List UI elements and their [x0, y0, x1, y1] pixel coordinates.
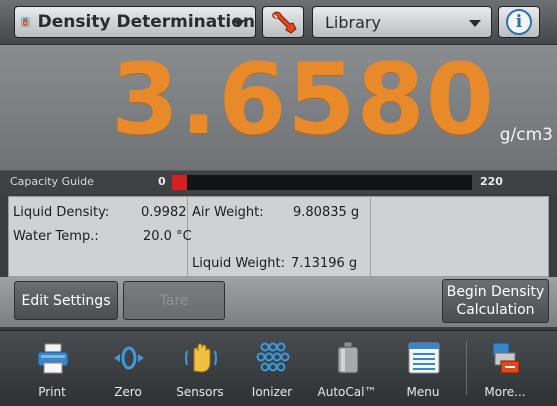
water-temp-label: Water Temp.:: [13, 229, 99, 244]
print-label: Print: [38, 385, 66, 399]
library-select[interactable]: Library: [312, 6, 492, 38]
air-weight-value: 9.80835 g: [293, 205, 360, 220]
begin-density-calculation-button[interactable]: Begin Density Calculation: [442, 279, 549, 323]
weight-cylinder-icon: [337, 341, 359, 374]
density-beaker-icon: [21, 17, 30, 27]
zero-label: Zero: [114, 385, 142, 399]
capacity-guide-label: Capacity Guide: [10, 175, 94, 188]
capacity-guide: Capacity Guide 0 220: [0, 170, 557, 194]
toolbar-divider: [466, 341, 467, 395]
menu-list-icon: [408, 342, 440, 374]
more-button[interactable]: More...: [473, 337, 537, 403]
sensors-button[interactable]: Sensors: [168, 337, 232, 403]
chevron-down-icon: [469, 20, 481, 27]
density-data-panel: Liquid Density: 0.9982 Water Temp.: 20.0…: [8, 196, 549, 277]
top-bar: Density Determination Library i: [0, 0, 557, 45]
liquid-density-label: Liquid Density:: [13, 205, 110, 220]
begin-density-line2: Calculation: [456, 302, 535, 318]
printer-icon: [37, 343, 69, 374]
settings-wrench-button[interactable]: [262, 6, 304, 38]
liquid-weight-value: 7.13196 g: [291, 256, 358, 271]
info-button[interactable]: i: [498, 6, 540, 38]
sensors-label: Sensors: [176, 385, 224, 399]
ionizer-label: Ionizer: [251, 385, 293, 399]
print-button[interactable]: Print: [20, 337, 84, 403]
tare-button[interactable]: Tare: [123, 281, 225, 320]
info-icon: i: [506, 9, 532, 35]
water-temp-value: 20.0 °C: [143, 229, 192, 244]
ionizer-button[interactable]: Ionizer: [240, 337, 304, 403]
library-label: Library: [325, 12, 381, 32]
begin-density-line1: Begin Density: [446, 284, 545, 300]
edit-settings-button[interactable]: Edit Settings: [14, 281, 118, 320]
chevron-down-icon: [233, 20, 245, 27]
application-label: Density Determination: [37, 12, 255, 32]
wrench-icon: [272, 11, 297, 34]
autocal-label: AutoCal™: [317, 385, 377, 399]
capacity-min: 0: [158, 175, 166, 188]
zero-icon: [114, 346, 144, 370]
zero-button[interactable]: Zero: [96, 337, 160, 403]
air-weight-label: Air Weight:: [192, 205, 264, 220]
capacity-fill: [172, 175, 187, 190]
more-icon: [492, 342, 520, 374]
application-select[interactable]: Density Determination: [14, 6, 256, 38]
column-divider: [370, 197, 371, 276]
reading-unit: g/cm3: [499, 125, 553, 145]
action-row: Edit Settings Tare Begin Density Calcula…: [0, 277, 557, 327]
menu-button[interactable]: Menu: [391, 337, 455, 403]
capacity-bar: [172, 175, 472, 190]
bottom-toolbar: Print Zero Sensors Ionizer AutoCal™ Menu…: [0, 330, 557, 406]
autocal-button[interactable]: AutoCal™: [315, 337, 379, 403]
capacity-max: 220: [480, 175, 503, 188]
ionizer-icon: [256, 342, 290, 372]
reading-value: 3.6580: [110, 43, 495, 157]
more-label: More...: [484, 385, 526, 399]
liquid-weight-label: Liquid Weight:: [192, 256, 286, 271]
liquid-density-value: 0.9982: [141, 205, 187, 220]
hand-sensor-icon: [185, 343, 217, 373]
reading-display: 3.6580 g/cm3: [0, 45, 557, 170]
menu-label: Menu: [406, 385, 440, 399]
